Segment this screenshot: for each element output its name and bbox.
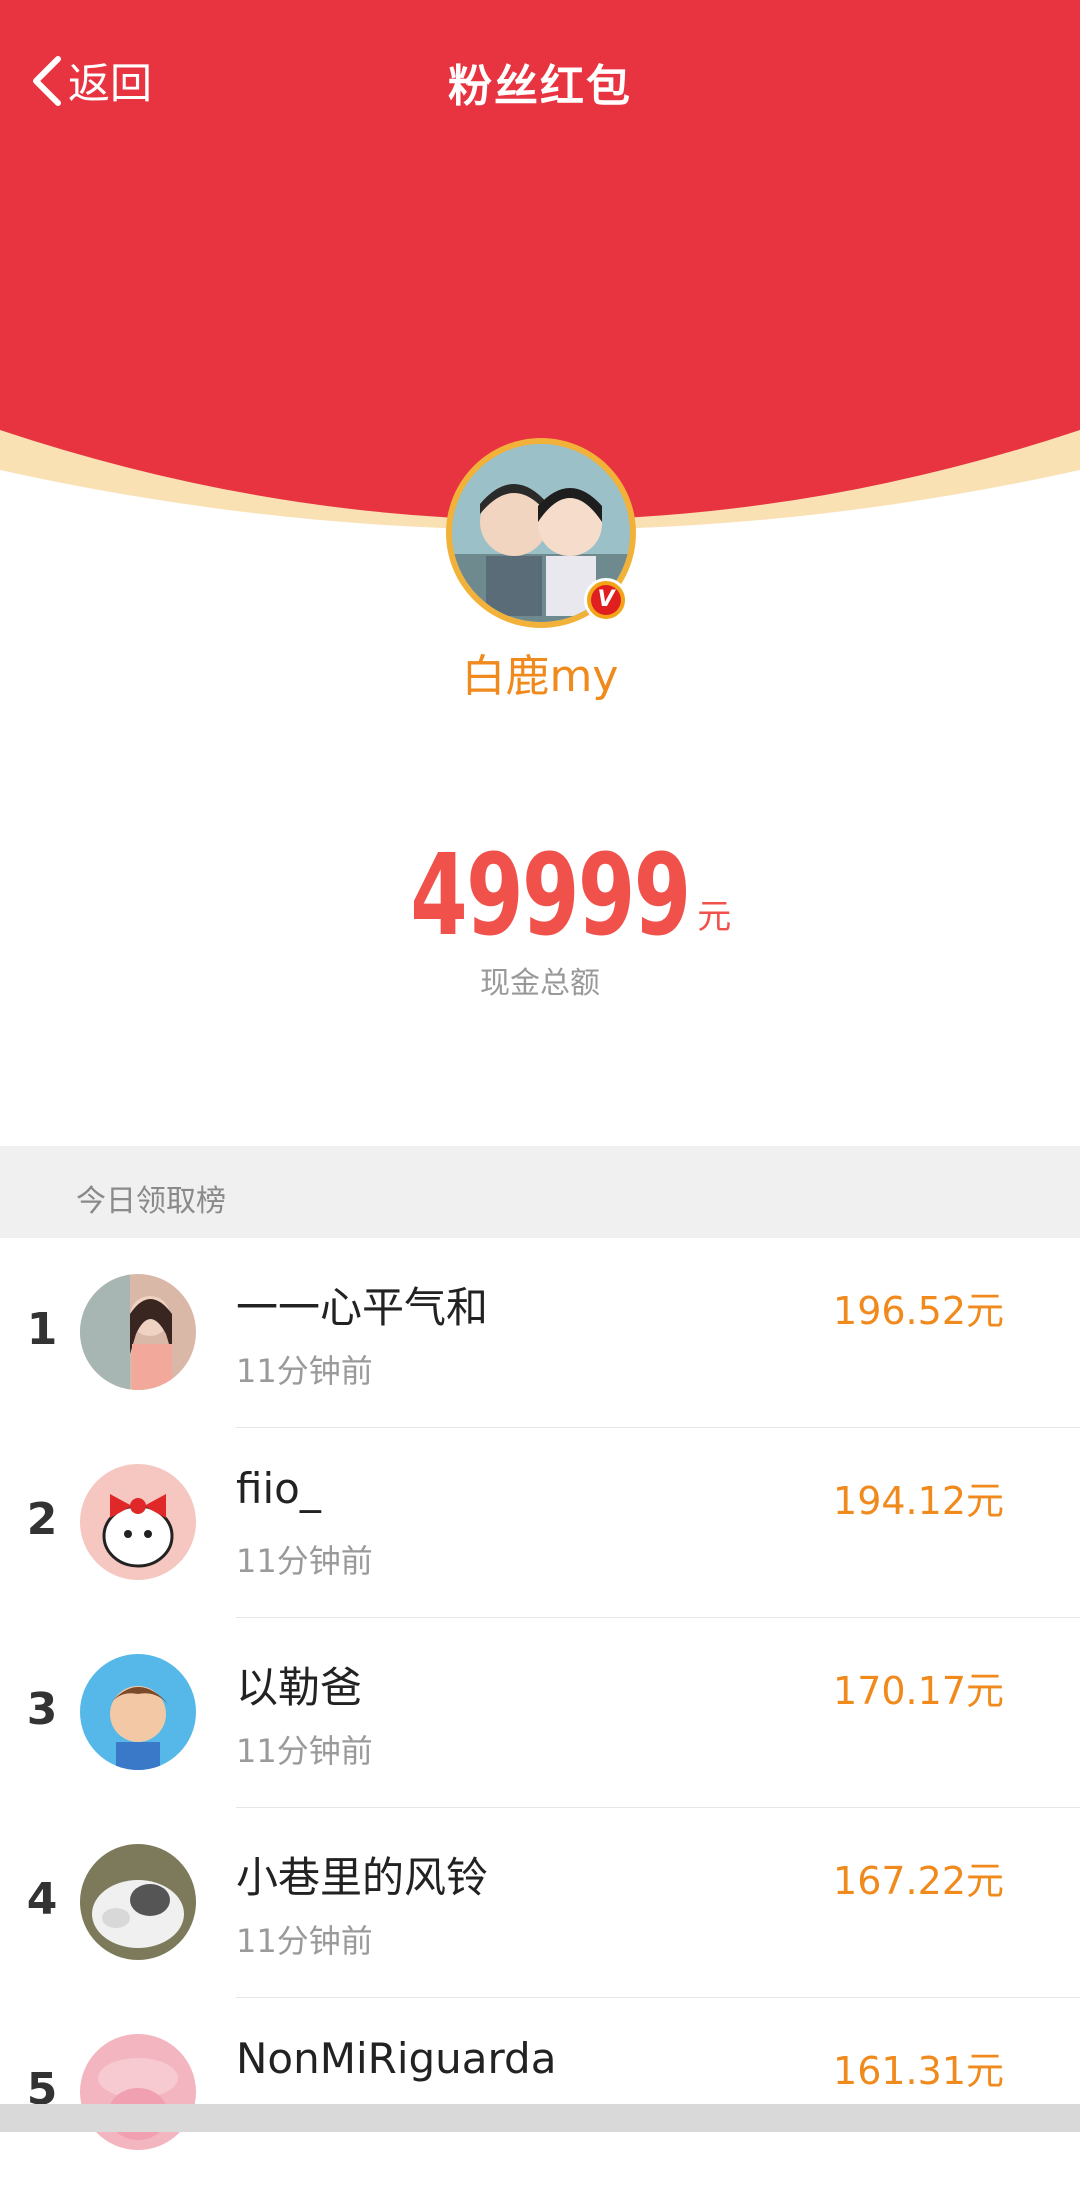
claim-time: 11分钟前: [236, 1732, 373, 1770]
claim-amount: 194.12元: [833, 1479, 1004, 1523]
page-title: 粉丝红包: [448, 61, 632, 112]
owner-name[interactable]: 白鹿my: [0, 640, 1080, 704]
rank-number: 3: [26, 1684, 58, 1735]
total-amount-unit: 元: [697, 897, 732, 937]
user-name: 一一心平气和: [236, 1283, 489, 1332]
claim-amount: 167.22元: [833, 1859, 1004, 1903]
rank-number: 4: [26, 1874, 58, 1925]
claim-time: 11分钟前: [236, 1922, 373, 1960]
claim-time: 11分钟前: [236, 1542, 373, 1580]
user-name: 以勒爸: [236, 1663, 363, 1712]
total-amount: 49999 元: [0, 840, 1080, 952]
user-avatar[interactable]: [80, 1274, 196, 1390]
claim-amount: 196.52元: [833, 1289, 1004, 1333]
user-name: fiio_: [236, 1464, 321, 1513]
section-header: 今日领取榜: [0, 1146, 1080, 1238]
total-amount-value: 49999: [410, 831, 691, 961]
list-item[interactable]: 2 fiio_ 11分钟前 194.12元: [0, 1428, 1080, 1618]
user-name: NonMiRiguarda: [236, 2034, 557, 2083]
user-name: 小巷里的风铃: [236, 1853, 489, 1902]
section-title: 今日领取榜: [76, 1184, 226, 1219]
rank-number: 1: [26, 1304, 58, 1355]
total-amount-label: 现金总额: [480, 966, 600, 1001]
list-item[interactable]: 4 小巷里的风铃 11分钟前 167.22元: [0, 1808, 1080, 1998]
user-avatar[interactable]: [80, 1654, 196, 1770]
user-avatar[interactable]: [80, 1464, 196, 1580]
verified-badge: V: [584, 578, 628, 622]
user-avatar[interactable]: [80, 2034, 196, 2150]
owner-avatar[interactable]: V: [446, 438, 636, 628]
leaderboard-list: 1 一一心平气和 11分钟前 196.52元 2 fiio_ 11分钟前 194…: [0, 1238, 1080, 2188]
claim-amount: 170.17元: [833, 1669, 1004, 1713]
user-avatar[interactable]: [80, 1844, 196, 1960]
bottom-bar: [0, 2104, 1080, 2132]
rank-number: 2: [26, 1494, 58, 1545]
claim-time: 11分钟前: [236, 1352, 373, 1390]
list-item[interactable]: 3 以勒爸 11分钟前 170.17元: [0, 1618, 1080, 1808]
list-item[interactable]: 5 NonMiRiguarda 161.31元: [0, 1998, 1080, 2188]
claim-amount: 161.31元: [833, 2049, 1004, 2093]
list-item[interactable]: 1 一一心平气和 11分钟前 196.52元: [0, 1238, 1080, 1428]
